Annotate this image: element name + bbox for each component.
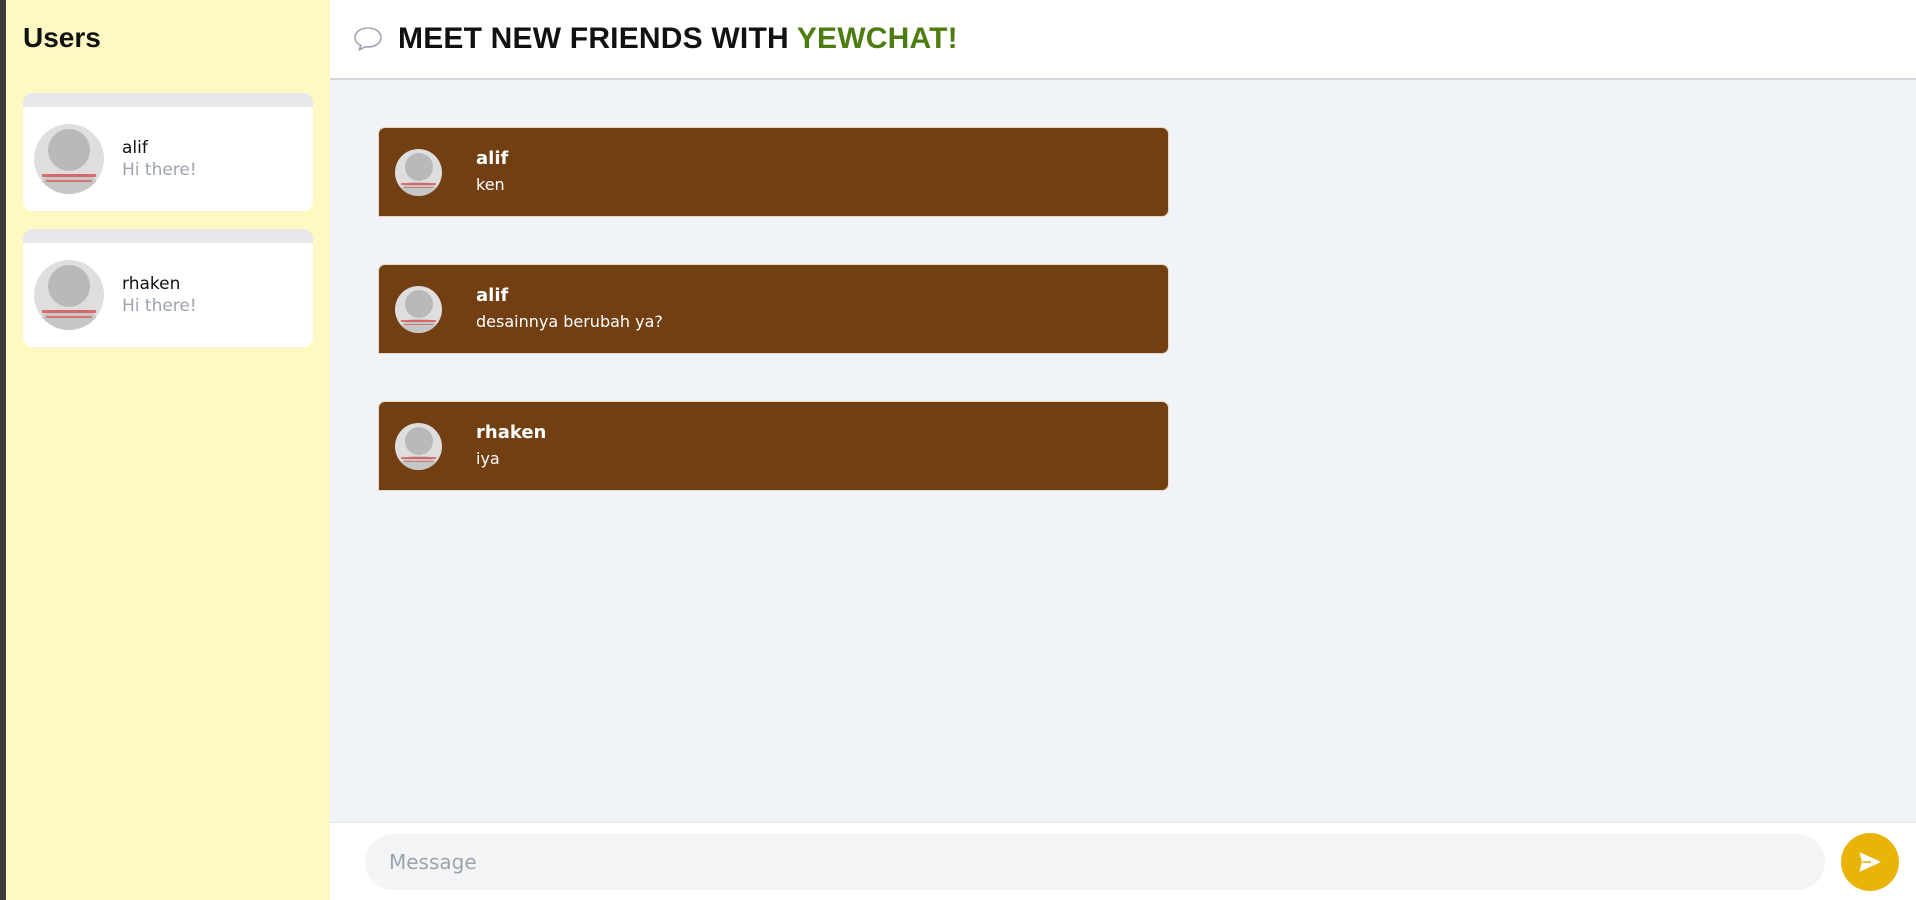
message-author: rhaken	[476, 422, 547, 443]
user-name: alif	[122, 138, 148, 158]
user-card-alif[interactable]: alif Hi there!	[23, 93, 313, 211]
avatar	[395, 285, 442, 333]
avatar	[34, 260, 104, 330]
user-status: Hi there!	[122, 296, 197, 316]
users-sidebar: Users alif Hi there! rhaken Hi there!	[6, 0, 330, 900]
sidebar-title: Users	[23, 22, 101, 53]
message-author: alif	[476, 148, 509, 169]
chat-main: MEET NEW FRIENDS WITH YEWCHAT! alif ken …	[330, 0, 1916, 900]
speech-bubble-icon	[354, 27, 382, 51]
title-prefix: MEET NEW FRIENDS WITH	[398, 22, 797, 55]
avatar	[34, 124, 104, 194]
message-item: rhaken iya	[379, 402, 1168, 490]
message-author: alif	[476, 285, 509, 306]
message-item: alif ken	[379, 128, 1168, 216]
message-list[interactable]: alif ken alif desainnya berubah ya? rhak…	[330, 80, 1916, 822]
message-composer	[330, 822, 1916, 900]
user-status: Hi there!	[122, 160, 197, 180]
page-title: MEET NEW FRIENDS WITH YEWCHAT!	[398, 22, 958, 56]
user-name: rhaken	[122, 274, 181, 294]
message-text: ken	[476, 175, 505, 194]
send-icon	[1859, 852, 1881, 871]
title-brand: YEWCHAT!	[796, 22, 958, 55]
avatar	[395, 422, 442, 470]
send-button[interactable]	[1841, 832, 1899, 891]
message-input[interactable]	[365, 833, 1825, 890]
avatar	[395, 148, 442, 196]
message-text: desainnya berubah ya?	[476, 312, 663, 331]
chat-header: MEET NEW FRIENDS WITH YEWCHAT!	[330, 0, 1916, 80]
app-window: Users alif Hi there! rhaken Hi there! ME…	[6, 0, 1916, 900]
message-text: iya	[476, 449, 500, 468]
message-item: alif desainnya berubah ya?	[379, 265, 1168, 353]
user-card-rhaken[interactable]: rhaken Hi there!	[23, 229, 313, 347]
